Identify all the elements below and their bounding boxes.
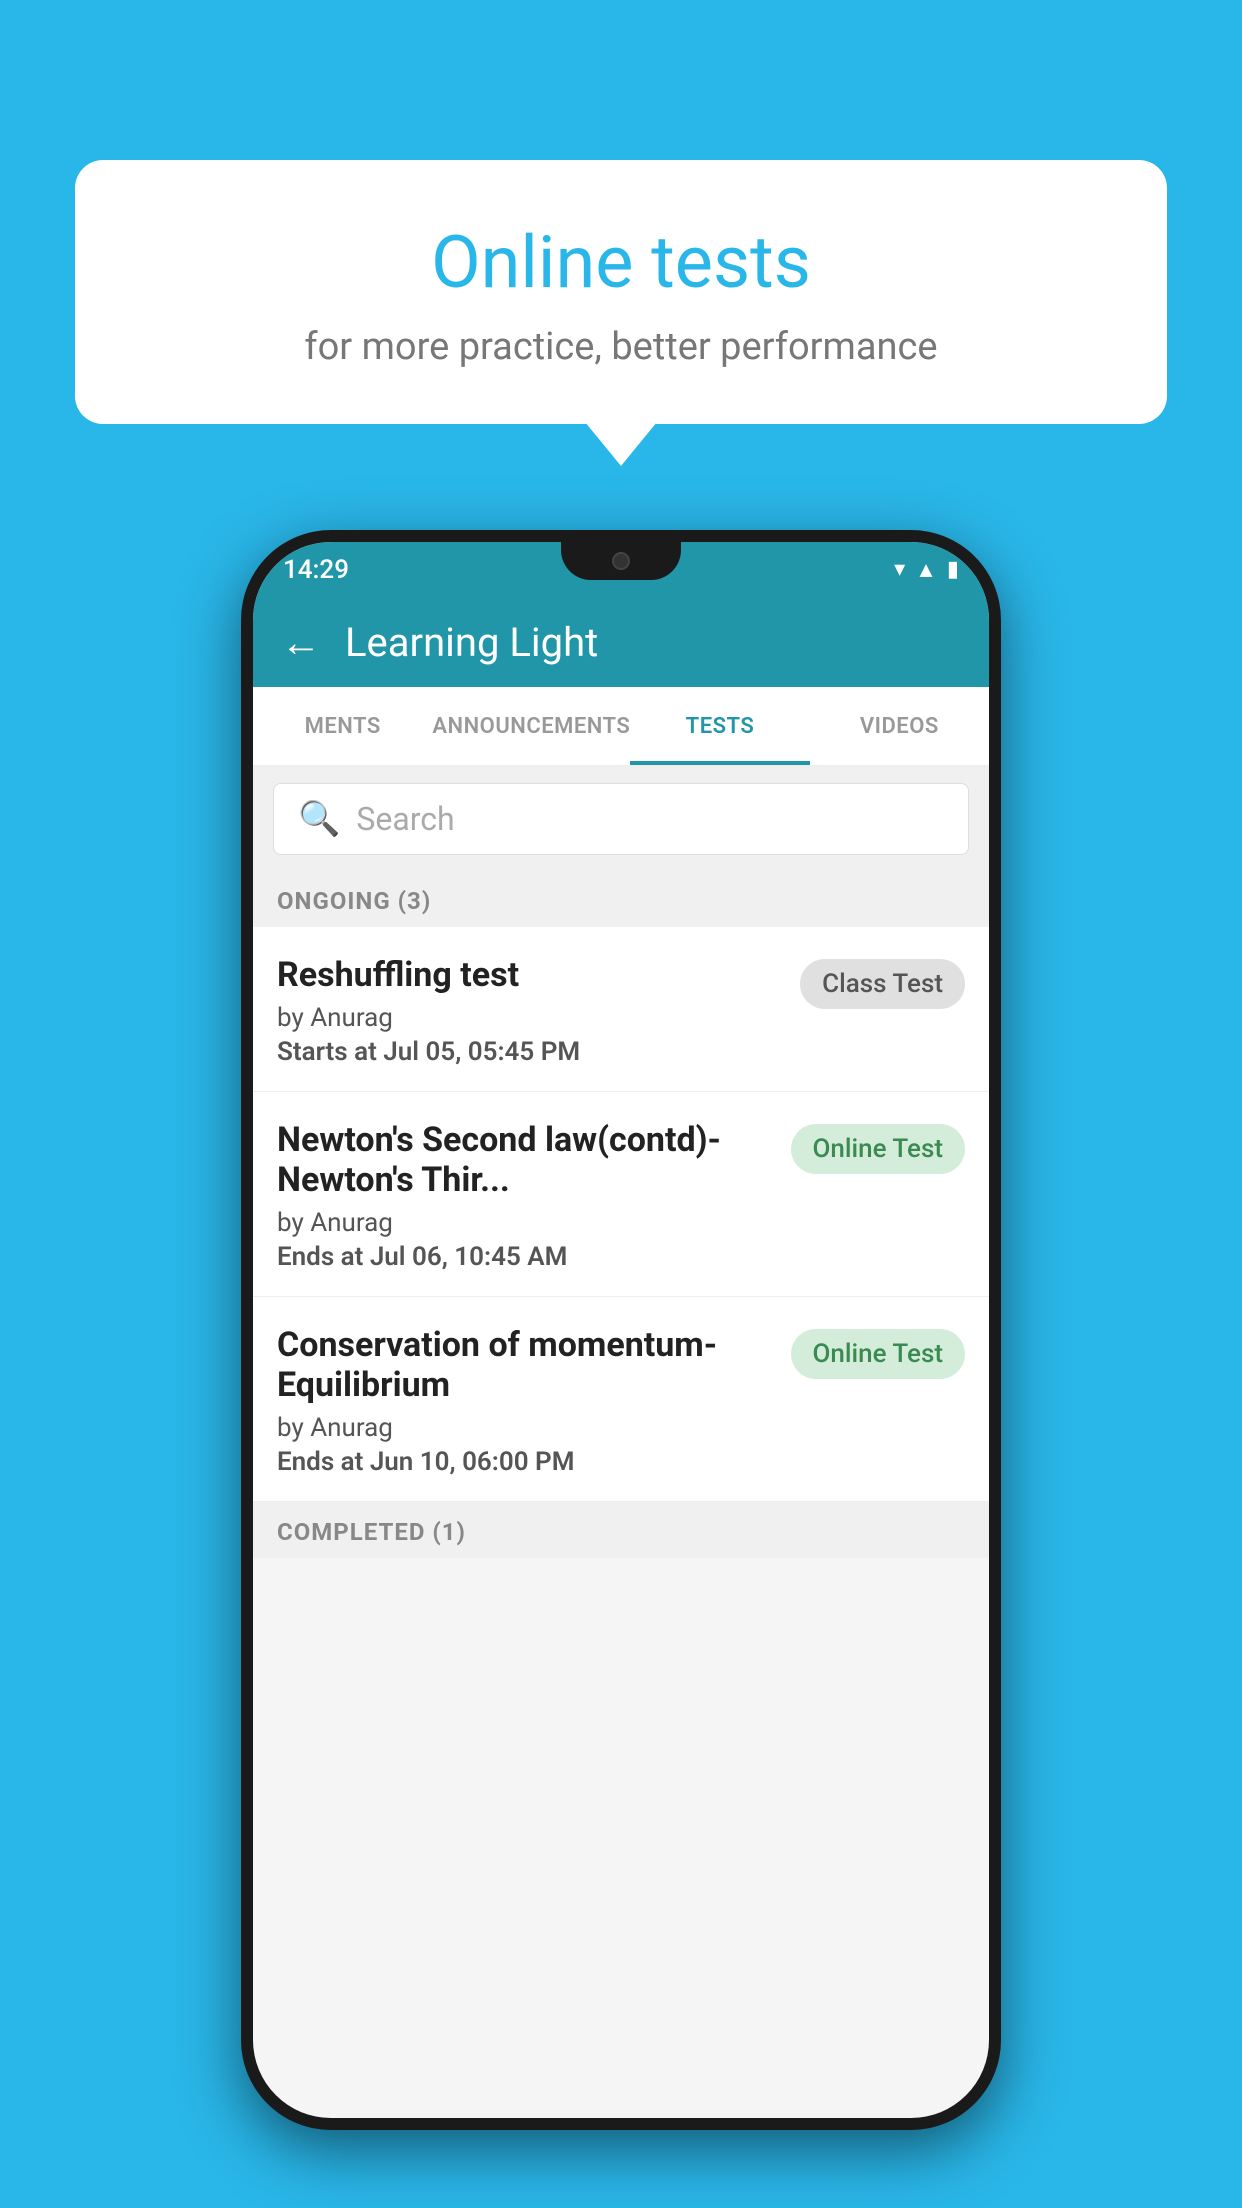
phone-container: 14:29 ▾ ▲ ▮ ← Learning Light MENTS [241, 530, 1001, 2130]
test-date-2: Ends at Jul 06, 10:45 AM [277, 1242, 779, 1272]
tab-tests[interactable]: TESTS [630, 687, 809, 765]
page-background: Online tests for more practice, better p… [0, 0, 1242, 2208]
tab-ments[interactable]: MENTS [253, 687, 432, 765]
test-item-2[interactable]: Newton's Second law(contd)-Newton's Thir… [253, 1092, 989, 1297]
status-time: 14:29 [283, 555, 349, 585]
test-item-3[interactable]: Conservation of momentum-Equilibrium by … [253, 1297, 989, 1502]
phone-body: 14:29 ▾ ▲ ▮ ← Learning Light MENTS [241, 530, 1001, 2130]
test-date-1: Starts at Jul 05, 05:45 PM [277, 1037, 788, 1067]
test-by-1: by Anurag [277, 1003, 788, 1033]
badge-online-test-2: Online Test [791, 1124, 966, 1174]
search-icon: 🔍 [298, 799, 340, 839]
test-by-2: by Anurag [277, 1208, 779, 1238]
test-item-1[interactable]: Reshuffling test by Anurag Starts at Jul… [253, 927, 989, 1092]
battery-icon: ▮ [947, 557, 959, 582]
back-button[interactable]: ← [281, 619, 321, 666]
test-by-3: by Anurag [277, 1413, 779, 1443]
completed-section-label: COMPLETED (1) [253, 1502, 989, 1558]
test-list: Reshuffling test by Anurag Starts at Jul… [253, 927, 989, 1502]
speech-bubble: Online tests for more practice, better p… [75, 160, 1167, 424]
test-name-1: Reshuffling test [277, 955, 788, 995]
bubble-subtitle: for more practice, better performance [125, 325, 1117, 369]
test-date-3: Ends at Jun 10, 06:00 PM [277, 1447, 779, 1477]
app-title: Learning Light [345, 619, 598, 666]
search-box[interactable]: 🔍 Search [273, 783, 969, 855]
phone-notch [561, 542, 681, 580]
phone-screen: 14:29 ▾ ▲ ▮ ← Learning Light MENTS [253, 542, 989, 2118]
test-info-3: Conservation of momentum-Equilibrium by … [277, 1325, 779, 1477]
test-info-2: Newton's Second law(contd)-Newton's Thir… [277, 1120, 779, 1272]
test-name-3: Conservation of momentum-Equilibrium [277, 1325, 779, 1405]
bubble-title: Online tests [125, 220, 1117, 305]
signal-icon: ▲ [915, 557, 937, 583]
app-header: ← Learning Light [253, 597, 989, 687]
search-placeholder: Search [356, 800, 454, 838]
badge-class-test-1: Class Test [800, 959, 965, 1009]
ongoing-section-label: ONGOING (3) [253, 871, 989, 927]
tab-videos[interactable]: VIDEOS [810, 687, 989, 765]
test-name-2: Newton's Second law(contd)-Newton's Thir… [277, 1120, 779, 1200]
badge-online-test-3: Online Test [791, 1329, 966, 1379]
tab-announcements[interactable]: ANNOUNCEMENTS [432, 687, 630, 765]
test-info-1: Reshuffling test by Anurag Starts at Jul… [277, 955, 788, 1067]
wifi-icon: ▾ [894, 557, 905, 582]
tabs-bar: MENTS ANNOUNCEMENTS TESTS VIDEOS [253, 687, 989, 767]
search-container: 🔍 Search [253, 767, 989, 871]
speech-bubble-container: Online tests for more practice, better p… [75, 160, 1167, 424]
status-icons: ▾ ▲ ▮ [894, 557, 959, 583]
front-camera [612, 552, 630, 570]
